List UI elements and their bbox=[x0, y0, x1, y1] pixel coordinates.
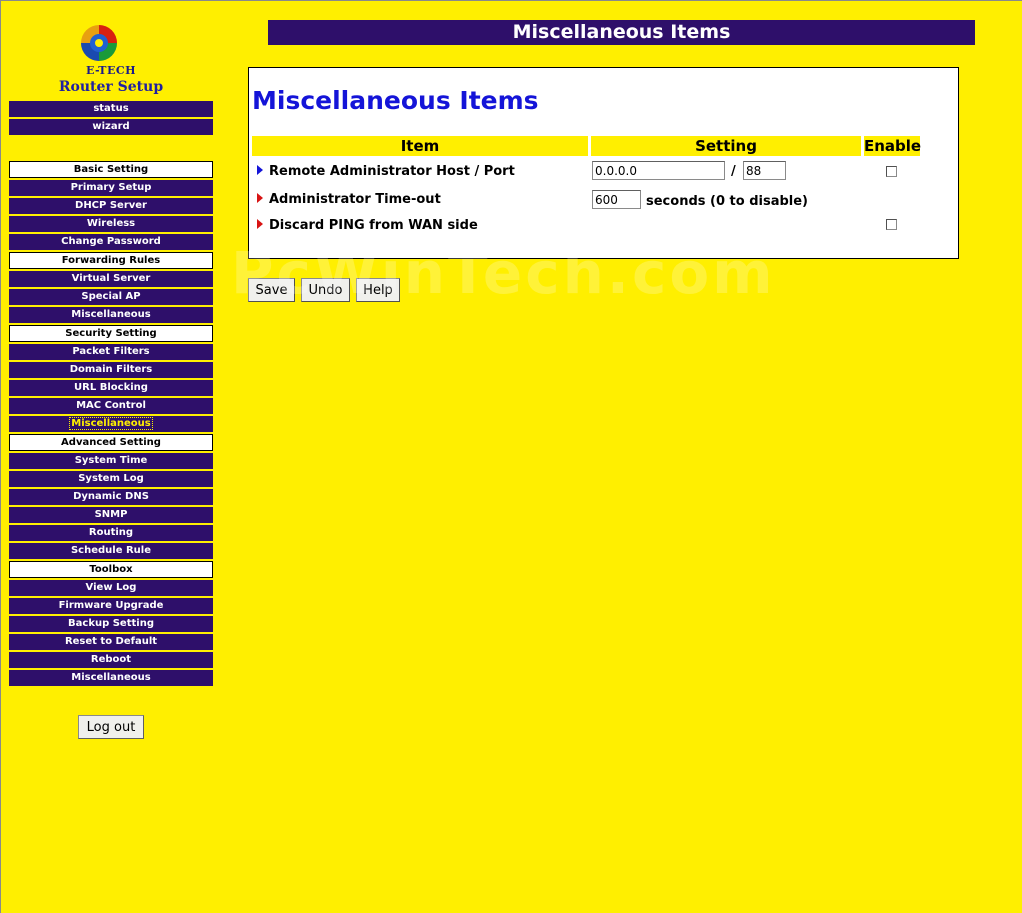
save-button[interactable]: Save bbox=[248, 278, 295, 302]
sidebar-item-label: Security Setting bbox=[65, 328, 157, 339]
remote-admin-enable-checkbox[interactable] bbox=[886, 166, 897, 177]
sidebar-item-special-ap[interactable]: Special AP bbox=[9, 289, 213, 305]
sidebar-item-wireless[interactable]: Wireless bbox=[9, 216, 213, 232]
column-header-enable: Enable bbox=[864, 136, 922, 156]
etech-logo-icon bbox=[81, 25, 117, 61]
undo-button[interactable]: Undo bbox=[301, 278, 350, 302]
logo-subtitle: Router Setup bbox=[58, 79, 164, 95]
sidebar-item-miscellaneous[interactable]: Miscellaneous bbox=[9, 416, 213, 432]
row-remote-admin-label: Remote Administrator Host / Port bbox=[269, 164, 515, 179]
remote-host-input[interactable] bbox=[592, 161, 725, 180]
sidebar-item-label: System Time bbox=[74, 455, 148, 466]
nav-list: status wizard Basic Setting Primary Setup DH… bbox=[9, 101, 213, 686]
sidebar-item-label: System Log bbox=[78, 473, 144, 484]
sidebar-item-label: Advanced Setting bbox=[61, 437, 161, 448]
arrow-right-icon bbox=[257, 165, 263, 175]
sidebar-item-change-password[interactable]: Change Password bbox=[9, 234, 213, 250]
sidebar-item-status[interactable]: status bbox=[9, 101, 213, 117]
sidebar-item-dhcp-server[interactable]: DHCP Server bbox=[9, 198, 213, 214]
sidebar-item-label: wizard bbox=[92, 121, 130, 132]
sidebar-item-label: Change Password bbox=[61, 236, 161, 247]
panel-title: Miscellaneous Items bbox=[252, 86, 539, 115]
sidebar-item-domain-filters[interactable]: Domain Filters bbox=[9, 362, 213, 378]
sidebar-item-label: Dynamic DNS bbox=[73, 491, 149, 502]
sidebar-item-snmp[interactable]: SNMP bbox=[9, 507, 213, 523]
sidebar-section-toolbox[interactable]: Toolbox bbox=[9, 561, 213, 578]
sidebar-section-security-setting[interactable]: Security Setting bbox=[9, 325, 213, 342]
column-header-setting: Setting bbox=[591, 136, 861, 156]
sidebar-section-basic-setting[interactable]: Basic Setting bbox=[9, 161, 213, 178]
arrow-right-icon bbox=[257, 193, 263, 203]
sidebar-item-label: Virtual Server bbox=[71, 273, 151, 284]
sidebar-item-packet-filters[interactable]: Packet Filters bbox=[9, 344, 213, 360]
sidebar-item-mac-control[interactable]: MAC Control bbox=[9, 398, 213, 414]
sidebar-item-label: Miscellaneous bbox=[69, 417, 153, 430]
sidebar-item-label: Basic Setting bbox=[73, 164, 149, 175]
sidebar-item-url-blocking[interactable]: URL Blocking bbox=[9, 380, 213, 396]
arrow-right-icon bbox=[257, 219, 263, 229]
sidebar-item-virtual-server[interactable]: Virtual Server bbox=[9, 271, 213, 287]
sidebar-item-label: Firmware Upgrade bbox=[58, 600, 164, 611]
sidebar-section-advanced-setting[interactable]: Advanced Setting bbox=[9, 434, 213, 451]
row-discard-ping-label: Discard PING from WAN side bbox=[269, 218, 478, 233]
sidebar-item-label: View Log bbox=[85, 582, 137, 593]
logo: E-TECH Router Setup bbox=[9, 1, 213, 101]
sidebar-item-label: Special AP bbox=[81, 291, 141, 302]
sidebar-item-view-log[interactable]: View Log bbox=[9, 580, 213, 596]
sidebar-item-label: Toolbox bbox=[89, 564, 133, 575]
sidebar-item-wizard[interactable]: wizard bbox=[9, 119, 213, 135]
sidebar-item-label: DHCP Server bbox=[75, 200, 147, 211]
sidebar-item-label: status bbox=[93, 103, 129, 114]
logo-brand: E-TECH bbox=[85, 64, 137, 77]
help-button[interactable]: Help bbox=[356, 278, 400, 302]
admin-timeout-input[interactable] bbox=[592, 190, 641, 209]
sidebar-item-backup-setting[interactable]: Backup Setting bbox=[9, 616, 213, 632]
sidebar-item-label: Miscellaneous bbox=[71, 309, 151, 320]
row-remote-admin: Remote Administrator Host / Port bbox=[257, 164, 515, 179]
sidebar-item-label: Routing bbox=[88, 527, 134, 538]
sidebar-item-reset-to-default[interactable]: Reset to Default bbox=[9, 634, 213, 650]
sidebar-section-forwarding-rules[interactable]: Forwarding Rules bbox=[9, 252, 213, 269]
sidebar-item-label: Domain Filters bbox=[69, 364, 153, 375]
sidebar-item-label: Primary Setup bbox=[70, 182, 152, 193]
discard-ping-enable-checkbox[interactable] bbox=[886, 219, 897, 230]
logout-button[interactable]: Log out bbox=[78, 715, 144, 739]
sidebar-item-reboot[interactable]: Reboot bbox=[9, 652, 213, 668]
sidebar-item-label: MAC Control bbox=[76, 400, 146, 411]
sidebar-item-firmware-upgrade[interactable]: Firmware Upgrade bbox=[9, 598, 213, 614]
sidebar-item-label: Reset to Default bbox=[64, 636, 158, 647]
sidebar-item-primary-setup[interactable]: Primary Setup bbox=[9, 180, 213, 196]
sidebar-item-dynamic-dns[interactable]: Dynamic DNS bbox=[9, 489, 213, 505]
row-admin-timeout: Administrator Time-out bbox=[257, 192, 441, 207]
sidebar-item-label: Miscellaneous bbox=[71, 672, 151, 683]
sidebar-item-miscellaneous[interactable]: Miscellaneous bbox=[9, 670, 213, 686]
sidebar-item-label: URL Blocking bbox=[74, 382, 148, 393]
sidebar-item-system-time[interactable]: System Time bbox=[9, 453, 213, 469]
sidebar-item-miscellaneous[interactable]: Miscellaneous bbox=[9, 307, 213, 323]
sidebar-item-routing[interactable]: Routing bbox=[9, 525, 213, 541]
sidebar-item-system-log[interactable]: System Log bbox=[9, 471, 213, 487]
sidebar-item-label: SNMP bbox=[94, 509, 128, 520]
sidebar-item-label: Forwarding Rules bbox=[61, 255, 161, 266]
sidebar-item-label: Backup Setting bbox=[68, 618, 154, 629]
sidebar-item-label: Packet Filters bbox=[72, 346, 150, 357]
host-port-separator: / bbox=[731, 164, 736, 179]
row-admin-timeout-label: Administrator Time-out bbox=[269, 192, 441, 207]
sidebar-item-label: Schedule Rule bbox=[70, 545, 152, 556]
column-header-item: Item bbox=[252, 136, 588, 156]
settings-panel: Miscellaneous Items Item Setting Enable … bbox=[248, 67, 959, 259]
sidebar-item-label: Wireless bbox=[86, 218, 136, 229]
sidebar-item-label: Reboot bbox=[90, 654, 132, 665]
sidebar: E-TECH Router Setup status wizard Basic Se… bbox=[9, 1, 213, 688]
sidebar-item-schedule-rule[interactable]: Schedule Rule bbox=[9, 543, 213, 559]
remote-port-input[interactable] bbox=[743, 161, 786, 180]
row-discard-ping: Discard PING from WAN side bbox=[257, 218, 478, 233]
page-header: Miscellaneous Items bbox=[268, 20, 975, 45]
timeout-hint: seconds (0 to disable) bbox=[646, 194, 808, 209]
